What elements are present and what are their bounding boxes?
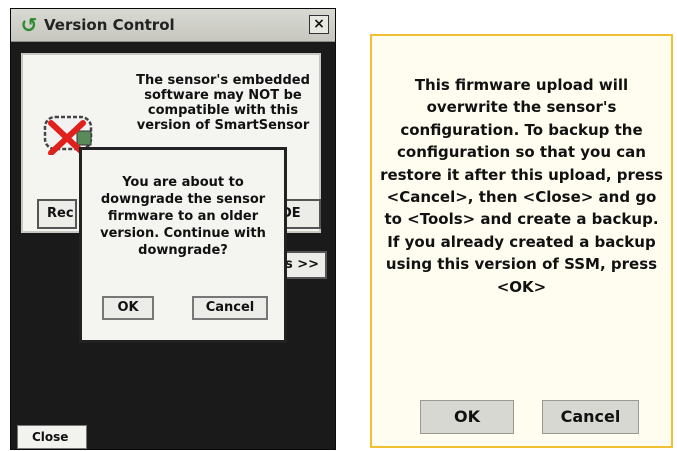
firmware-message: This firmware upload will overwrite the … xyxy=(380,76,663,296)
close-window-button[interactable]: × xyxy=(309,15,329,34)
window-title: Version Control xyxy=(44,16,175,34)
rec-button[interactable]: Rec xyxy=(37,199,77,229)
firmware-upload-dialog: This firmware upload will overwrite the … xyxy=(370,34,673,448)
downgrade-cancel-button[interactable]: Cancel xyxy=(192,296,268,320)
title-bar: ↺ Version Control × xyxy=(11,9,335,42)
app-logo-icon: ↺ xyxy=(20,13,38,37)
firmware-ok-button[interactable]: OK xyxy=(420,400,514,434)
firmware-cancel-button[interactable]: Cancel xyxy=(542,400,639,434)
downgrade-dialog: You are about to downgrade the sensor fi… xyxy=(79,147,287,343)
version-control-window: ↺ Version Control × The sensor's embedde… xyxy=(10,8,336,450)
compatibility-warning: The sensor's embedded software may NOT b… xyxy=(136,73,310,133)
downgrade-message: You are about to downgrade the sensor fi… xyxy=(100,175,266,258)
downgrade-ok-button[interactable]: OK xyxy=(102,296,154,320)
close-button[interactable]: Close xyxy=(17,425,87,449)
